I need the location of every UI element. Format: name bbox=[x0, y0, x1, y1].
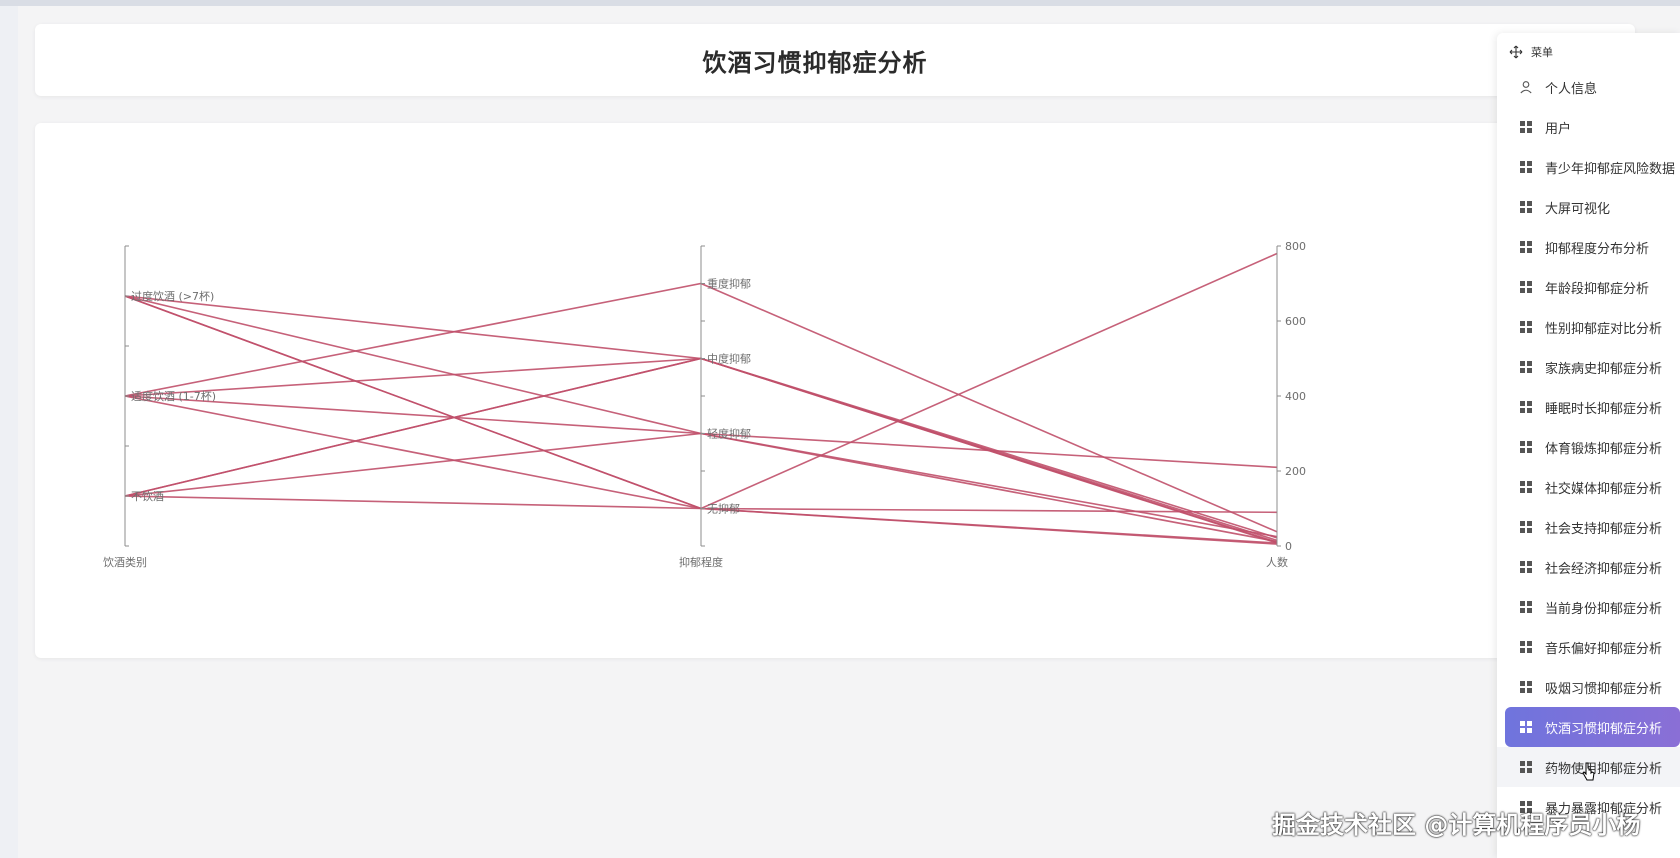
menu-item-4[interactable]: 抑郁程度分布分析 bbox=[1497, 227, 1680, 267]
menu-list: 个人信息用户青少年抑郁症风险数据 大屏可视化抑郁程度分布分析 年龄段抑郁症分析 性别抑… bbox=[1497, 67, 1680, 827]
axis-name-1: 抑郁程度 bbox=[679, 555, 723, 569]
menu-header[interactable]: 菜单 bbox=[1497, 33, 1680, 71]
menu-item-label: 音乐偏好抑郁症分析 bbox=[1545, 641, 1663, 657]
chart-card: 不饮酒 适度饮酒 (1-7杯) 过度饮酒 (>7杯) 饮酒类别 无抑郁 轻度抑郁 中度抑郁 重… bbox=[35, 123, 1635, 658]
grid-icon bbox=[1520, 161, 1532, 173]
menu-item-6[interactable]: 性别抑郁症对比分析 bbox=[1497, 307, 1680, 347]
menu-item-label: 当前身份抑郁症分析 bbox=[1545, 601, 1663, 617]
axis-tick-label: 400 bbox=[1285, 390, 1306, 403]
side-menu: 菜单 个人信息用户青少年抑郁症风险数据 大屏可视化抑郁程度分布分析 年龄段抑郁症分析… bbox=[1497, 33, 1680, 858]
grid-icon bbox=[1520, 601, 1532, 613]
menu-item-label: 家族病史抑郁症分析 bbox=[1545, 361, 1663, 377]
axis-tick-label: 800 bbox=[1285, 240, 1306, 253]
menu-item-5[interactable]: 年龄段抑郁症分析 bbox=[1497, 267, 1680, 307]
menu-item-label: 社会经济抑郁症分析 bbox=[1545, 561, 1663, 577]
menu-item-label: 饮酒习惯抑郁症分析 bbox=[1545, 721, 1663, 737]
menu-item-label: 用户 bbox=[1545, 121, 1572, 137]
parallel-chart: 不饮酒 适度饮酒 (1-7杯) 过度饮酒 (>7杯) 饮酒类别 无抑郁 轻度抑郁 中度抑郁 重… bbox=[103, 240, 1306, 569]
grid-icon bbox=[1520, 441, 1532, 453]
menu-item-2[interactable]: 青少年抑郁症风险数据 bbox=[1497, 147, 1680, 187]
axis-tick-label: 600 bbox=[1285, 315, 1306, 328]
axis-tick-label: 过度饮酒 (>7杯) bbox=[131, 289, 214, 303]
menu-item-label: 青少年抑郁症风险数据 bbox=[1545, 161, 1676, 177]
grid-icon bbox=[1520, 361, 1532, 373]
menu-item-15[interactable]: 吸烟习惯抑郁症分析 bbox=[1497, 667, 1680, 707]
menu-item-label: 个人信息 bbox=[1545, 81, 1598, 97]
axis-tick-label: 重度抑郁 bbox=[707, 277, 751, 291]
menu-item-3[interactable]: 大屏可视化 bbox=[1497, 187, 1680, 227]
menu-item-label: 抑郁程度分布分析 bbox=[1545, 241, 1650, 257]
menu-item-13[interactable]: 当前身份抑郁症分析 bbox=[1497, 587, 1680, 627]
grid-icon bbox=[1520, 241, 1532, 253]
menu-item-label: 吸烟习惯抑郁症分析 bbox=[1545, 681, 1663, 697]
menu-item-label: 体育锻炼抑郁症分析 bbox=[1545, 441, 1663, 457]
page-title: 饮酒习惯抑郁症分析 bbox=[702, 48, 928, 77]
mouse-cursor-icon bbox=[1582, 762, 1595, 781]
menu-item-label: 性别抑郁症对比分析 bbox=[1545, 321, 1663, 337]
title-card: 饮酒习惯抑郁症分析 bbox=[35, 24, 1635, 96]
menu-item-1[interactable]: 用户 bbox=[1497, 107, 1680, 147]
user-icon bbox=[1520, 81, 1532, 94]
menu-item-7[interactable]: 家族病史抑郁症分析 bbox=[1497, 347, 1680, 387]
grid-icon bbox=[1520, 641, 1532, 653]
axis-tick-label: 0 bbox=[1285, 540, 1292, 553]
grid-icon bbox=[1520, 201, 1532, 213]
page-content: 饮酒习惯抑郁症分析 不饮酒 适度饮酒 (1-7杯) 过度饮酒 (>7杯) 饮酒类别 无抑… bbox=[18, 6, 1680, 858]
grid-icon bbox=[1520, 481, 1532, 493]
menu-item-label: 药物使用抑郁症分析 bbox=[1545, 761, 1663, 777]
grid-icon bbox=[1520, 681, 1532, 693]
menu-item-label: 社会支持抑郁症分析 bbox=[1545, 521, 1663, 537]
menu-item-14[interactable]: 音乐偏好抑郁症分析 bbox=[1497, 627, 1680, 667]
axis-tick-label: 适度饮酒 (1-7杯) bbox=[131, 389, 216, 403]
grid-icon bbox=[1520, 561, 1532, 573]
grid-icon bbox=[1520, 761, 1532, 773]
axis-tick-label: 200 bbox=[1285, 465, 1306, 478]
grid-icon bbox=[1520, 521, 1532, 533]
menu-item-label: 大屏可视化 bbox=[1545, 201, 1611, 217]
axis-tick-label: 无抑郁 bbox=[707, 502, 740, 516]
grid-icon bbox=[1520, 401, 1532, 413]
move-icon bbox=[1509, 45, 1523, 59]
axis-tick-label: 中度抑郁 bbox=[707, 352, 751, 366]
axis-name-0: 饮酒类别 bbox=[103, 555, 147, 569]
menu-item-label: 睡眠时长抑郁症分析 bbox=[1545, 401, 1663, 417]
axis-tick-label: 轻度抑郁 bbox=[707, 427, 751, 441]
grid-icon bbox=[1520, 721, 1532, 733]
menu-item-10[interactable]: 社交媒体抑郁症分析 bbox=[1497, 467, 1680, 507]
grid-icon bbox=[1520, 121, 1532, 133]
menu-item-8[interactable]: 睡眠时长抑郁症分析 bbox=[1497, 387, 1680, 427]
menu-item-0[interactable]: 个人信息 bbox=[1497, 67, 1680, 107]
grid-icon bbox=[1520, 321, 1532, 333]
menu-item-9[interactable]: 体育锻炼抑郁症分析 bbox=[1497, 427, 1680, 467]
menu-header-label: 菜单 bbox=[1531, 46, 1553, 59]
menu-item-12[interactable]: 社会经济抑郁症分析 bbox=[1497, 547, 1680, 587]
menu-item-16[interactable]: 饮酒习惯抑郁症分析 bbox=[1505, 707, 1680, 747]
watermark: 掘金技术社区 @计算机程序员小杨 bbox=[1272, 811, 1641, 839]
axis-name-2: 人数 bbox=[1266, 556, 1288, 569]
menu-item-label: 年龄段抑郁症分析 bbox=[1545, 281, 1650, 297]
menu-item-label: 社交媒体抑郁症分析 bbox=[1545, 481, 1663, 497]
menu-item-11[interactable]: 社会支持抑郁症分析 bbox=[1497, 507, 1680, 547]
grid-icon bbox=[1520, 281, 1532, 293]
axis-tick-label: 不饮酒 bbox=[131, 490, 164, 503]
